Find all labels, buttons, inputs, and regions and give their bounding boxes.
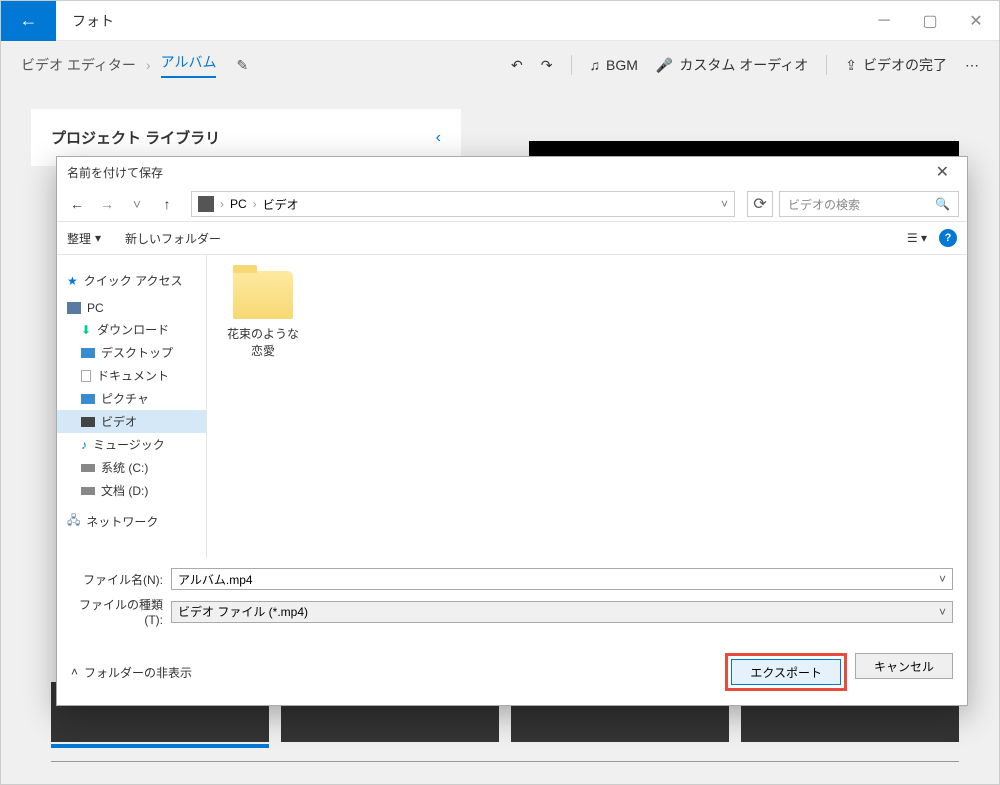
chevron-right-icon: ›	[220, 197, 224, 211]
titlebar: ← フォト ─ ▢ ✕	[1, 1, 999, 41]
export-button[interactable]: エクスポート	[731, 659, 841, 685]
close-button[interactable]: ✕	[953, 1, 999, 41]
music-icon: ♫	[590, 57, 601, 73]
panel-title: プロジェクト ライブラリ	[51, 127, 220, 148]
network-icon: 🖧	[67, 511, 80, 532]
organize-menu[interactable]: 整理▾	[67, 230, 101, 247]
view-options-button[interactable]: ☰ ▾	[907, 231, 927, 245]
document-icon	[81, 370, 91, 382]
tree-drive-c[interactable]: 系统 (C:)	[57, 456, 206, 479]
video-icon	[81, 417, 95, 427]
export-icon: ⇪	[845, 57, 857, 74]
picture-icon	[81, 394, 95, 404]
filetype-select[interactable]: ビデオ ファイル (*.mp4) ˅	[171, 601, 953, 623]
tree-quick-access[interactable]: ★クイック アクセス	[57, 269, 206, 292]
chevron-right-icon: ›	[253, 197, 257, 211]
filename-label: ファイル名(N):	[71, 571, 171, 588]
folder-item[interactable]: 花束のような恋愛	[223, 271, 303, 359]
redo-icon[interactable]: ↷	[541, 57, 553, 74]
folder-label: 花束のような恋愛	[223, 325, 303, 359]
desktop-icon	[81, 348, 95, 358]
folder-tree: ★クイック アクセス PC ⬇ダウンロード デスクトップ ドキュメント ピクチャ…	[57, 255, 207, 558]
dialog-nav: ← → ˅ ↑ › PC › ビデオ ˅ ⟳ ビデオの検索 🔍	[57, 187, 967, 221]
address-segment-pc[interactable]: PC	[230, 197, 247, 211]
chevron-up-icon: ˄	[71, 665, 78, 679]
dropdown-icon[interactable]: ˅	[939, 572, 946, 586]
tree-pc[interactable]: PC	[57, 298, 206, 318]
search-icon: 🔍	[935, 197, 950, 211]
address-dropdown-icon[interactable]: ˅	[721, 197, 728, 211]
refresh-button[interactable]: ⟳	[747, 191, 773, 217]
custom-audio-button[interactable]: 🎤カスタム オーディオ	[656, 55, 808, 75]
folder-icon	[233, 271, 293, 319]
tree-network[interactable]: 🖧ネットワーク	[57, 508, 206, 535]
dialog-titlebar: 名前を付けて保存 ✕	[57, 157, 967, 187]
breadcrumb-album[interactable]: アルバム	[161, 52, 217, 78]
undo-icon[interactable]: ↶	[511, 57, 523, 74]
chevron-right-icon: ›	[146, 57, 151, 73]
edit-icon[interactable]: ✎	[236, 57, 248, 74]
dropdown-icon: ▾	[95, 231, 101, 245]
nav-recent-dropdown[interactable]: ˅	[125, 196, 149, 212]
music-icon: ♪	[81, 438, 87, 452]
pc-icon	[67, 302, 81, 314]
bgm-button[interactable]: ♫BGM	[590, 57, 638, 73]
dialog-footer: ファイル名(N): アルバム.mp4 ˅ ファイルの種類(T): ビデオ ファイ…	[57, 558, 967, 643]
cancel-button[interactable]: キャンセル	[855, 653, 953, 679]
editor-toolbar: ビデオ エディター › アルバム ✎ ↶ ↷ ♫BGM 🎤カスタム オーディオ …	[1, 41, 999, 89]
download-icon: ⬇	[81, 323, 91, 337]
tree-music[interactable]: ♪ミュージック	[57, 433, 206, 456]
maximize-button[interactable]: ▢	[907, 1, 953, 41]
chevron-left-icon[interactable]: ‹	[436, 129, 441, 147]
tree-downloads[interactable]: ⬇ダウンロード	[57, 318, 206, 341]
save-as-dialog: 名前を付けて保存 ✕ ← → ˅ ↑ › PC › ビデオ ˅ ⟳ ビデオの検索…	[56, 156, 968, 706]
window-controls: ─ ▢ ✕	[861, 1, 999, 41]
back-button[interactable]: ←	[1, 1, 56, 41]
dialog-close-button[interactable]: ✕	[928, 162, 957, 182]
search-placeholder: ビデオの検索	[788, 196, 860, 213]
dialog-body: ★クイック アクセス PC ⬇ダウンロード デスクトップ ドキュメント ピクチャ…	[57, 255, 967, 558]
drive-icon	[81, 464, 95, 472]
star-icon: ★	[67, 274, 78, 288]
nav-forward-button[interactable]: →	[95, 196, 119, 212]
minimize-button[interactable]: ─	[861, 1, 907, 41]
new-folder-button[interactable]: 新しいフォルダー	[125, 230, 221, 247]
file-list[interactable]: 花束のような恋愛	[207, 255, 967, 558]
dialog-toolbar: 整理▾ 新しいフォルダー ☰ ▾ ?	[57, 221, 967, 255]
help-icon[interactable]: ?	[939, 229, 957, 247]
dialog-actions: ˄ フォルダーの非表示 エクスポート キャンセル	[57, 643, 967, 705]
hide-folders-toggle[interactable]: ˄ フォルダーの非表示	[71, 664, 192, 681]
finish-video-button[interactable]: ⇪ビデオの完了	[845, 55, 947, 75]
breadcrumb-editor[interactable]: ビデオ エディター	[21, 55, 136, 75]
drive-icon	[81, 487, 95, 495]
filetype-label: ファイルの種類(T):	[71, 596, 171, 627]
search-input[interactable]: ビデオの検索 🔍	[779, 191, 959, 217]
app-title: フォト	[72, 11, 114, 31]
folder-icon	[198, 196, 214, 212]
photos-app-window: ← フォト ─ ▢ ✕ ビデオ エディター › アルバム ✎ ↶ ↷ ♫BGM …	[0, 0, 1000, 785]
address-bar[interactable]: › PC › ビデオ ˅	[191, 191, 735, 217]
dropdown-icon[interactable]: ˅	[939, 605, 946, 619]
divider	[571, 55, 572, 75]
nav-up-button[interactable]: ↑	[155, 196, 179, 212]
tree-documents[interactable]: ドキュメント	[57, 364, 206, 387]
dialog-title-text: 名前を付けて保存	[67, 164, 163, 181]
address-segment-folder[interactable]: ビデオ	[263, 196, 299, 213]
nav-back-button[interactable]: ←	[65, 196, 89, 212]
tree-videos[interactable]: ビデオ	[57, 410, 206, 433]
timeline	[51, 761, 959, 762]
tree-desktop[interactable]: デスクトップ	[57, 341, 206, 364]
tree-pictures[interactable]: ピクチャ	[57, 387, 206, 410]
person-audio-icon: 🎤	[656, 57, 673, 74]
more-icon[interactable]: ⋯	[965, 57, 979, 74]
divider	[826, 55, 827, 75]
export-button-highlight: エクスポート	[725, 653, 847, 691]
filename-input[interactable]: アルバム.mp4 ˅	[171, 568, 953, 590]
tree-drive-d[interactable]: 文档 (D:)	[57, 479, 206, 502]
